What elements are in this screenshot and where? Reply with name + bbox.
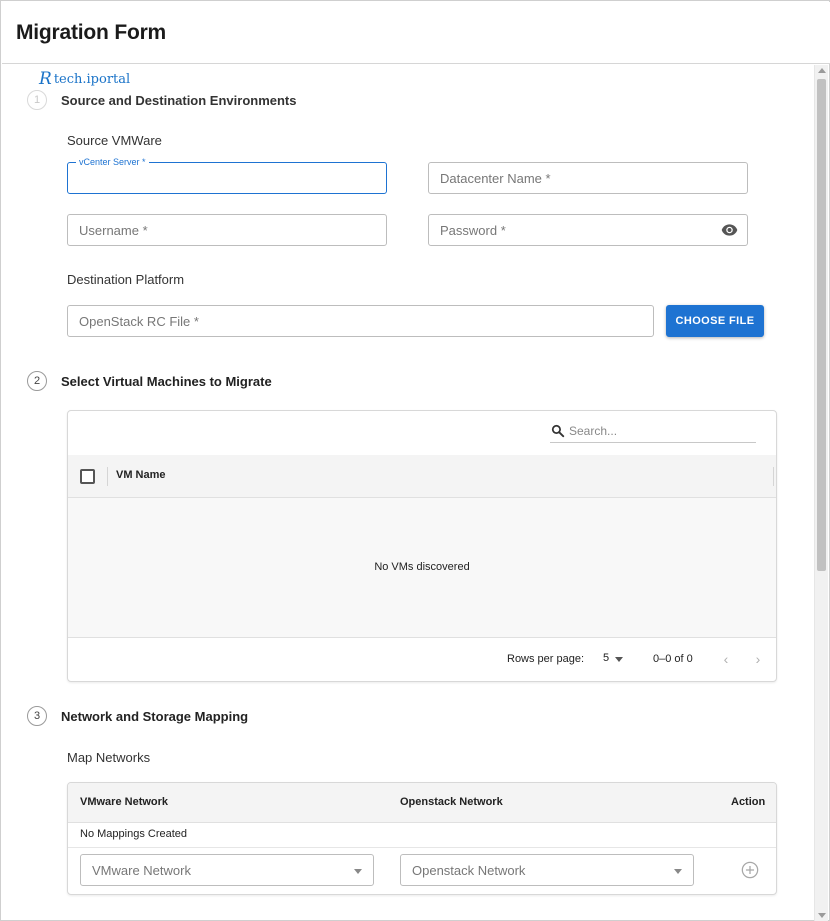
chevron-down-icon xyxy=(354,869,362,874)
map-networks-label: Map Networks xyxy=(67,750,151,765)
vcenter-server-input[interactable]: vCenter Server * xyxy=(67,157,387,194)
no-mappings-message: No Mappings Created xyxy=(80,828,188,840)
username-input[interactable]: Username * xyxy=(67,214,387,246)
datacenter-name-input[interactable]: Datacenter Name * xyxy=(428,162,748,194)
chevron-down-icon[interactable] xyxy=(615,657,623,662)
vm-table-pagination: Rows per page: 5 0–0 of 0 ‹ › xyxy=(68,639,776,681)
step-1-header: 1 Source and Destination Environments xyxy=(27,90,297,110)
network-mapping-table: VMware Network Openstack Network Action … xyxy=(67,782,777,895)
previous-page-button[interactable]: ‹ xyxy=(719,651,733,667)
password-input[interactable]: Password * xyxy=(428,214,748,246)
page-title: Migration Form xyxy=(16,21,167,44)
select-all-checkbox[interactable] xyxy=(80,469,95,484)
rows-per-page-label: Rows per page: xyxy=(507,653,585,665)
scroll-up-arrow-icon[interactable] xyxy=(818,68,826,73)
vm-table-body: No VMs discovered xyxy=(68,498,776,638)
destination-platform-label: Destination Platform xyxy=(67,272,185,287)
next-page-button[interactable]: › xyxy=(751,651,765,667)
watermark-text: tech.iportal xyxy=(53,71,131,87)
eye-icon[interactable] xyxy=(721,223,738,237)
datacenter-name-placeholder: Datacenter Name * xyxy=(440,171,551,186)
choose-file-button[interactable]: CHOOSE FILE xyxy=(666,305,764,337)
openstack-network-column-header: Openstack Network xyxy=(400,796,503,808)
vmware-network-select[interactable]: VMware Network xyxy=(80,854,374,886)
action-column-header: Action xyxy=(731,796,766,808)
username-placeholder: Username * xyxy=(79,223,148,238)
password-placeholder: Password * xyxy=(440,223,506,238)
search-placeholder: Search... xyxy=(569,424,618,438)
column-divider xyxy=(773,467,774,486)
no-vms-message: No VMs discovered xyxy=(374,561,470,573)
openstack-network-select[interactable]: Openstack Network xyxy=(400,854,694,886)
step-2-number: 2 xyxy=(27,371,47,391)
scroll-down-arrow-icon[interactable] xyxy=(818,913,826,918)
row-divider xyxy=(68,847,776,848)
vm-table-header: VM Name xyxy=(68,455,776,498)
vertical-scrollbar[interactable] xyxy=(814,65,828,921)
step-2-title: Select Virtual Machines to Migrate xyxy=(61,373,272,389)
step-1-number: 1 xyxy=(27,90,47,110)
search-icon xyxy=(551,424,565,438)
step-3-title: Network and Storage Mapping xyxy=(61,708,249,724)
vmware-network-column-header: VMware Network xyxy=(80,796,169,808)
logo-icon: R xyxy=(39,69,52,89)
step-3-number: 3 xyxy=(27,706,47,726)
scroll-thumb[interactable] xyxy=(817,79,826,571)
page-header: Migration Form xyxy=(2,2,830,64)
openstack-rc-file-input[interactable]: OpenStack RC File * xyxy=(67,305,654,337)
vm-table: Search... VM Name No VMs discovered Rows… xyxy=(67,410,777,682)
app-window: Migration Form R tech.iportal 1 Source a… xyxy=(0,0,830,921)
step-2-header: 2 Select Virtual Machines to Migrate xyxy=(27,371,272,391)
network-mapping-header: VMware Network Openstack Network Action xyxy=(68,783,776,823)
rows-per-page-select[interactable]: 5 xyxy=(603,652,609,664)
step-3-header: 3 Network and Storage Mapping xyxy=(27,706,248,726)
column-divider xyxy=(107,467,108,486)
openstack-network-placeholder: Openstack Network xyxy=(412,863,526,878)
vm-search-input[interactable]: Search... xyxy=(550,421,756,443)
vcenter-server-label: vCenter Server * xyxy=(76,157,149,167)
step-1-title: Source and Destination Environments xyxy=(61,92,297,108)
add-mapping-icon[interactable] xyxy=(741,861,759,879)
openstack-rc-file-placeholder: OpenStack RC File * xyxy=(79,314,199,329)
pagination-range: 0–0 of 0 xyxy=(653,653,693,665)
vmware-network-placeholder: VMware Network xyxy=(92,863,191,878)
vm-name-column-header[interactable]: VM Name xyxy=(116,469,166,481)
source-vmware-label: Source VMWare xyxy=(67,133,162,148)
chevron-down-icon xyxy=(674,869,682,874)
